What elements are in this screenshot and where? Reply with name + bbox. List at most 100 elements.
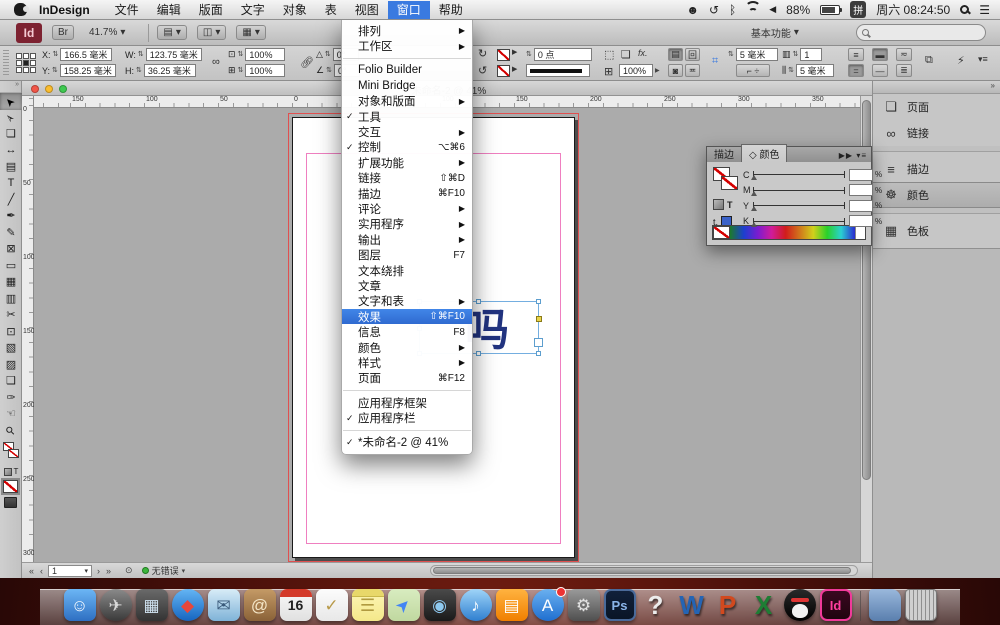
panel-tab-色板[interactable]: ▦色板 [873,218,1000,244]
hand-tool[interactable]: ☜ [0,407,22,424]
text-toggle-icon[interactable]: T [14,467,19,476]
window-menu-item[interactable]: 图层F7 [342,247,472,262]
preflight-status[interactable]: 无错误 [152,564,179,577]
menubar-app-name[interactable]: InDesign [39,3,90,17]
container-text-toggles[interactable]: T [713,199,733,210]
tab-color[interactable]: ◇ 颜色 [741,144,787,162]
menubar-item-编辑[interactable]: 编辑 [148,1,190,19]
text-toggle-icon[interactable]: T [727,200,733,210]
columns-field[interactable]: ▥⇅1 [782,48,822,61]
effects-fx-icon[interactable]: fx. [638,48,648,58]
next-page-button[interactable]: › [94,566,103,576]
quick-apply-icon[interactable]: ⚡ [957,54,965,67]
menubar-clock[interactable]: 周六 08:24:50 [876,1,950,18]
dock-app-store[interactable]: A [532,589,564,621]
slider-track[interactable] [753,174,845,175]
align-top-button[interactable]: ≡ [848,48,864,61]
container-toggle-icon[interactable] [713,199,724,210]
apple-menu-icon[interactable] [14,3,27,16]
scale-y-field[interactable]: ⊞⇅ 100% [228,64,285,77]
dock-maps[interactable]: ➤ [388,589,420,621]
slider-thumb-icon[interactable] [751,222,757,227]
dock-notes[interactable]: ☰ [352,589,384,621]
qq-icon[interactable]: ☻ [686,4,699,16]
frame-tool[interactable]: ⊠ [0,242,22,259]
panel-dock-collapse[interactable]: » [873,81,1000,94]
line-tool[interactable]: ╱ [0,192,22,209]
panel-tab-页面[interactable]: ❏页面 [873,94,1000,120]
bridge-button[interactable]: Br [52,25,74,40]
window-menu-item[interactable]: Mini Bridge [342,78,472,93]
window-menu-item[interactable]: 工作区▶ [342,38,472,53]
frame-handle[interactable] [536,351,541,356]
align-right-button[interactable]: ≂ [896,48,912,61]
hscroll-thumb[interactable] [433,567,851,574]
menubar-item-视图[interactable]: 视图 [346,1,388,19]
frame-handle-live-corner[interactable] [536,316,542,322]
window-menu-item[interactable]: 对象和版面▶ [342,94,472,109]
zoom-level-dropdown[interactable]: 41.7%▾ [84,26,130,39]
slider-track[interactable] [753,221,845,222]
preflight-icon[interactable]: ⊙ [122,565,136,576]
gap-tool[interactable]: ↔ [0,143,22,160]
window-menu-item[interactable]: 应用程序框架 [342,395,472,410]
dock-word[interactable]: W [676,589,708,621]
distribute-v-button[interactable]: — [872,64,888,77]
fill-stroke-proxy[interactable] [713,167,743,195]
frame-handle[interactable] [536,299,541,304]
horizontal-scrollbar[interactable] [430,565,858,576]
window-menu-item[interactable]: 颜色▶ [342,340,472,355]
spotlight-icon[interactable] [960,5,969,14]
wifi-icon[interactable] [746,5,759,15]
window-menu-item[interactable]: 样式▶ [342,355,472,370]
view-options-button[interactable]: ▤ ▾ [157,25,186,40]
selection-tool[interactable]: ➤ [0,93,22,110]
dock-ibooks[interactable]: ▤ [496,589,528,621]
wrap-object-button[interactable]: ◙ [668,64,683,77]
link-scale-icon[interactable]: 🔗︎ [300,56,314,69]
page-tool[interactable]: ❏ [0,126,22,143]
wrap-bounding-button[interactable]: 回 [685,48,700,61]
rotate-cw-icon[interactable]: ↻ [478,47,487,60]
input-method-badge[interactable]: 拼 [850,1,866,18]
content-collector-tool[interactable]: ▤ [0,159,22,176]
none-swatch[interactable] [713,226,730,239]
menubar-item-文件[interactable]: 文件 [106,1,148,19]
dock-itunes[interactable]: ♪ [460,589,492,621]
width-field[interactable]: W:⇅ 123.75 毫米 [125,48,202,61]
frame-fitting-icon[interactable]: ⌗ [712,55,718,68]
slider-value-field[interactable] [849,215,873,227]
panel-menu-icon[interactable]: ▾≡ [856,151,867,160]
slider-thumb-icon[interactable] [751,175,757,180]
x-position-field[interactable]: X:⇅ 166.5 毫米 [42,48,112,61]
dock-photoshop[interactable]: Ps [604,589,636,621]
wrap-none-button[interactable]: ▤ [668,48,683,61]
window-menu-item[interactable]: 排列▶ [342,23,472,38]
menubar-item-文字[interactable]: 文字 [232,1,274,19]
window-menu-item[interactable]: 文本绕排 [342,263,472,278]
justify-button[interactable]: ≣ [896,64,912,77]
stroke-color-swatch[interactable] [497,65,510,77]
rectangle-tool[interactable]: ▭ [0,258,22,275]
screen-mode-button[interactable]: ◫ ▾ [197,25,226,40]
align-center-button[interactable]: = [848,64,864,77]
frame-out-port[interactable] [534,338,543,347]
volume-icon[interactable]: ◀ [769,5,776,14]
slider-thumb-icon[interactable] [751,191,757,196]
y-position-field[interactable]: Y:⇅ 158.25 毫米 [42,64,116,77]
window-menu-item[interactable]: ✓控制⌥⌘6 [342,140,472,155]
corner-radius-field[interactable]: ⇅5 毫米 [728,48,778,61]
stroke-weight-field[interactable]: ⇅0 点 [526,48,592,61]
dock-downloads-folder[interactable] [869,589,901,621]
dock-qq[interactable] [784,589,816,621]
menubar-item-帮助[interactable]: 帮助 [430,1,472,19]
tab-stroke[interactable]: 描边 [707,145,741,162]
vertical-ruler[interactable]: 050100150200250300 [22,96,34,562]
tools-collapse-icon[interactable]: » [0,81,21,93]
slider-value-field[interactable] [849,169,873,181]
slider-track[interactable] [753,205,845,206]
last-page-button[interactable]: » [103,566,114,576]
window-menu-item[interactable]: 交互▶ [342,124,472,139]
prev-page-button[interactable]: ‹ [37,566,46,576]
screen-mode-toggle[interactable] [4,497,17,508]
